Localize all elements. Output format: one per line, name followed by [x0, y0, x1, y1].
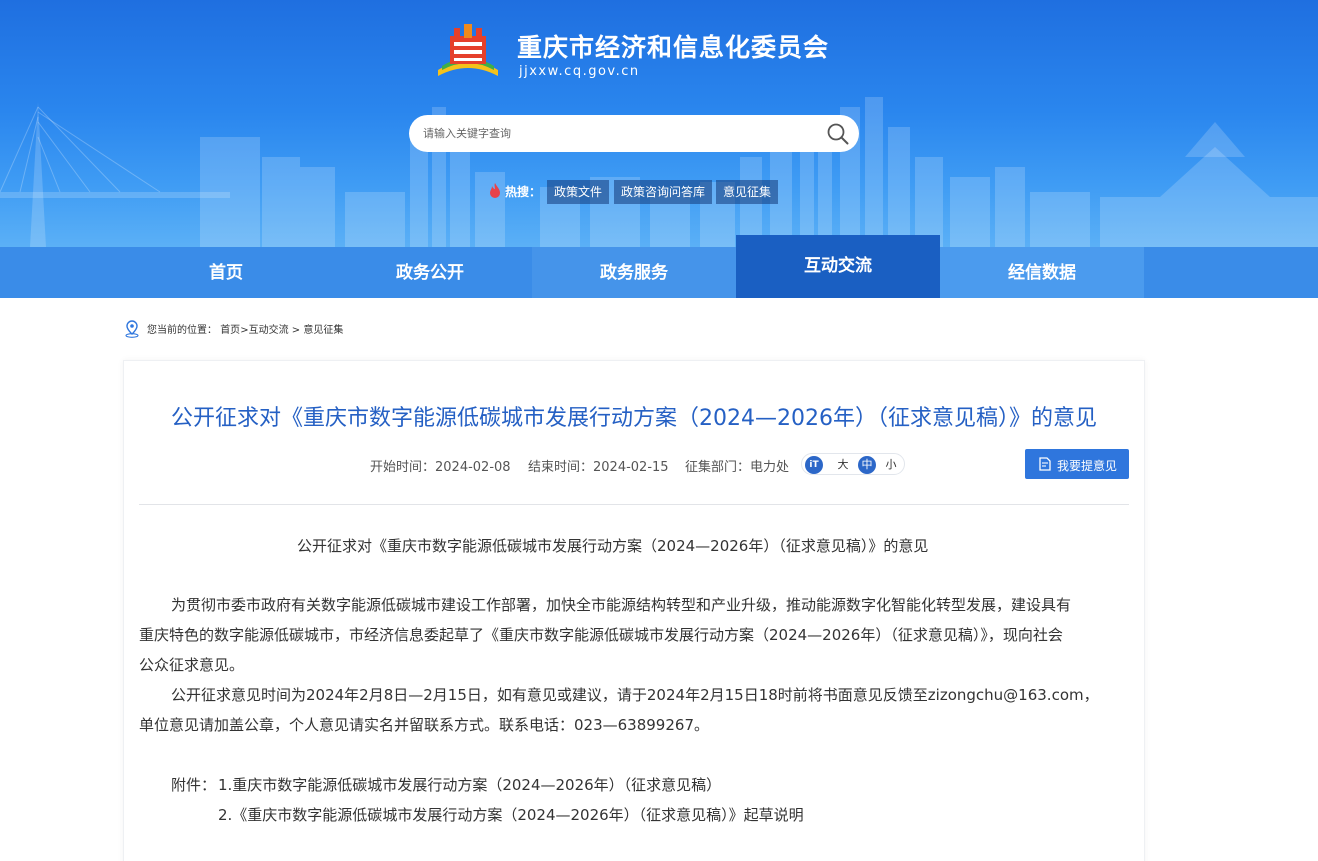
document-edit-icon: [1039, 457, 1051, 471]
start-time: 开始时间：2024-02-08: [370, 460, 511, 475]
end-time: 结束时间：2024-02-15: [528, 460, 669, 475]
breadcrumb-interaction[interactable]: 互动交流: [249, 325, 289, 336]
hot-tag-policy-docs[interactable]: 政策文件: [547, 180, 610, 204]
breadcrumb-separator: >: [291, 325, 301, 336]
site-name: 重庆市经济和信息化委员会: [517, 33, 830, 62]
search-input[interactable]: [423, 115, 813, 152]
attachment-label: 附件：: [171, 776, 217, 794]
paragraph-1-line-1: 为贯彻市委市政府有关数字能源低碳城市建设工作部署，加快全市能源结构转型和产业升级…: [171, 596, 1072, 614]
title-divider: [139, 504, 1129, 505]
collecting-department: 征集部门：电力处: [685, 460, 790, 475]
body-heading: 公开征求对《重庆市数字能源低碳城市发展行动方案（2024—2026年）（征求意见…: [297, 537, 929, 555]
hot-tag-opinion-collection[interactable]: 意见征集: [716, 180, 779, 204]
breadcrumb: 您当前的位置： 首页>互动交流 > 意见征集: [147, 321, 343, 336]
breadcrumb-prefix: 您当前的位置：: [147, 325, 217, 336]
paragraph-1-line-2: 重庆特色的数字能源低碳城市，市经济信息委起草了《重庆市数字能源低碳城市发展行动方…: [139, 626, 1063, 644]
hot-search-label: 热搜：: [505, 185, 542, 199]
breadcrumb-opinion-collection[interactable]: 意见征集: [303, 325, 343, 336]
search-box: [409, 115, 859, 152]
nav-item-home[interactable]: 首页: [124, 247, 328, 298]
main-nav: 首页 政务公开 政务服务 互动交流 经信数据: [0, 235, 1318, 298]
font-size-medium[interactable]: 中: [858, 456, 876, 474]
breadcrumb-separator: >: [240, 325, 249, 336]
font-size-small[interactable]: 小: [882, 456, 900, 474]
paragraph-2-line-1: 公开征求意见时间为2024年2月8日—2月15日，如有意见或建议，请于2024年…: [171, 686, 1099, 704]
nav-item-government-affairs[interactable]: 政务公开: [328, 247, 532, 298]
nav-item-interaction[interactable]: 互动交流: [736, 235, 940, 298]
paragraph-1-line-3: 公众征求意见。: [139, 656, 245, 674]
submit-opinion-button[interactable]: 我要提意见: [1025, 449, 1129, 479]
attachment-link-1[interactable]: 1.重庆市数字能源低碳城市发展行动方案（2024—2026年）（征求意见稿）: [218, 774, 721, 795]
site-domain: jjxxw.cq.gov.cn: [519, 64, 640, 79]
hot-tag-policy-qa[interactable]: 政策咨询问答库: [614, 180, 713, 204]
search-icon[interactable]: [826, 122, 850, 146]
attachment-link-2[interactable]: 2.《重庆市数字能源低碳城市发展行动方案（2024—2026年）（征求意见稿）》…: [218, 804, 804, 825]
nav-item-government-services[interactable]: 政务服务: [532, 247, 736, 298]
font-size-switcher: iT 大 中 小: [801, 453, 905, 475]
flame-icon: [490, 183, 500, 198]
article-title: 公开征求对《重庆市数字能源低碳城市发展行动方案（2024—2026年）（征求意见…: [171, 406, 1097, 431]
site-logo-icon: [438, 24, 498, 76]
font-size-icon: iT: [805, 456, 823, 474]
submit-opinion-label: 我要提意见: [1057, 459, 1118, 473]
nav-item-economic-data[interactable]: 经信数据: [940, 247, 1144, 298]
paragraph-2-line-2: 单位意见请加盖公章，个人意见请实名并留联系方式。联系电话：023—6389926…: [139, 716, 709, 734]
location-pin-icon: [125, 320, 139, 338]
breadcrumb-home[interactable]: 首页: [220, 325, 240, 336]
font-size-large[interactable]: 大: [834, 456, 852, 474]
header-banner: 重庆市经济和信息化委员会 jjxxw.cq.gov.cn 热搜： 政策文件 政策…: [0, 0, 1318, 247]
